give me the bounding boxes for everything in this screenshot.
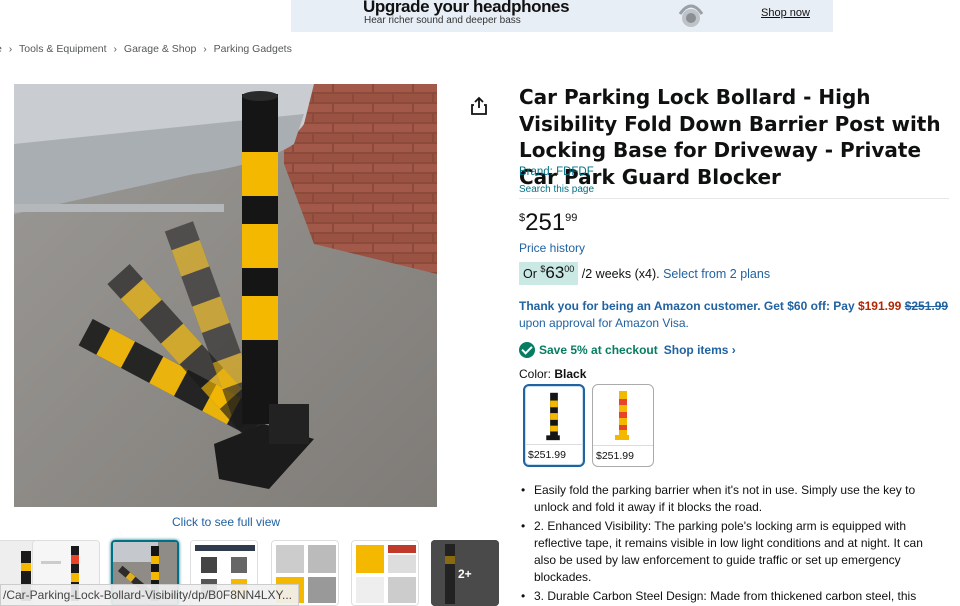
breadcrumb-separator: › (203, 43, 207, 55)
installment-terms: /2 weeks (x4). (578, 267, 660, 281)
more-images-count: 2+ (458, 567, 472, 581)
price-fraction: 99 (565, 212, 578, 224)
breadcrumb: e › Tools & Equipment › Garage & Shop › … (0, 43, 292, 55)
more-images-thumbnail[interactable]: 2+ (431, 540, 499, 606)
banner-ad[interactable]: Upgrade your headphones Hear richer soun… (291, 0, 833, 32)
swatch-price: $251.99 (525, 444, 583, 465)
search-this-page-link[interactable]: Search this page (519, 184, 594, 195)
shop-items-link[interactable]: Shop items › (664, 343, 736, 357)
divider (519, 198, 949, 199)
breadcrumb-separator: › (8, 43, 13, 55)
color-selected-value: Black (554, 367, 587, 381)
swatch-price: $251.99 (593, 445, 653, 466)
feature-bullets: Easily fold the parking barrier when it'… (519, 482, 939, 606)
card-offer[interactable]: Thank you for being an Amazon customer. … (519, 298, 949, 332)
breadcrumb-item[interactable]: Garage & Shop (124, 43, 196, 55)
main-product-image[interactable] (14, 84, 437, 507)
headphones-icon (678, 4, 704, 27)
offer-lead: Thank you for being an Amazon customer. … (519, 299, 858, 313)
price-whole: 251 (525, 209, 566, 236)
select-plans-link[interactable]: Select from 2 plans (663, 267, 770, 281)
price: $25199 (519, 209, 577, 237)
breadcrumb-item[interactable]: e (0, 43, 2, 55)
check-circle-icon (519, 342, 535, 358)
savings-row: Save 5% at checkout Shop items › (519, 342, 736, 359)
savings-text: Save 5% at checkout (539, 343, 658, 358)
offer-new-price: $191.99 (857, 299, 902, 313)
color-swatch-yellow[interactable]: $251.99 (592, 384, 654, 467)
breadcrumb-item[interactable]: Parking Gadgets (214, 43, 292, 55)
installment-or: Or (523, 267, 541, 281)
swatch-image (546, 392, 560, 441)
thumbnail[interactable] (351, 540, 419, 606)
ad-shop-now-link[interactable]: Shop now (761, 7, 810, 19)
offer-tail: upon approval for Amazon Visa. (519, 316, 689, 330)
price-history-link[interactable]: Price history (519, 241, 585, 255)
swatch-image (615, 391, 629, 440)
color-label: Color: Black (519, 367, 586, 381)
breadcrumb-separator: › (113, 43, 117, 55)
share-icon[interactable] (470, 96, 488, 116)
installment-offer: Or $6300 /2 weeks (x4). Select from 2 pl… (519, 262, 770, 285)
brand-link[interactable]: Brand: FDFDF (519, 166, 594, 178)
ad-subtitle: Hear richer sound and deeper bass (364, 15, 521, 26)
installment-whole: 63 (545, 263, 565, 282)
feature-bullet: Easily fold the parking barrier when it'… (519, 482, 939, 516)
feature-bullet: 3. Durable Carbon Steel Design: Made fro… (519, 588, 939, 605)
color-swatch-black[interactable]: $251.99 (523, 384, 585, 467)
installment-symbol: $ (540, 264, 546, 274)
color-label-prefix: Color: (519, 367, 555, 381)
installment-pill: Or $6300 (519, 262, 579, 285)
status-bar-url: /Car-Parking-Lock-Bollard-Visibility/dp/… (0, 584, 300, 606)
click-full-view-link[interactable]: Click to see full view (172, 515, 280, 529)
offer-old-price: $251.99 (904, 299, 949, 313)
breadcrumb-item[interactable]: Tools & Equipment (19, 43, 107, 55)
feature-bullet: 2. Enhanced Visibility: The parking pole… (519, 518, 939, 586)
price-symbol: $ (519, 212, 526, 224)
installment-fraction: 00 (564, 264, 575, 274)
